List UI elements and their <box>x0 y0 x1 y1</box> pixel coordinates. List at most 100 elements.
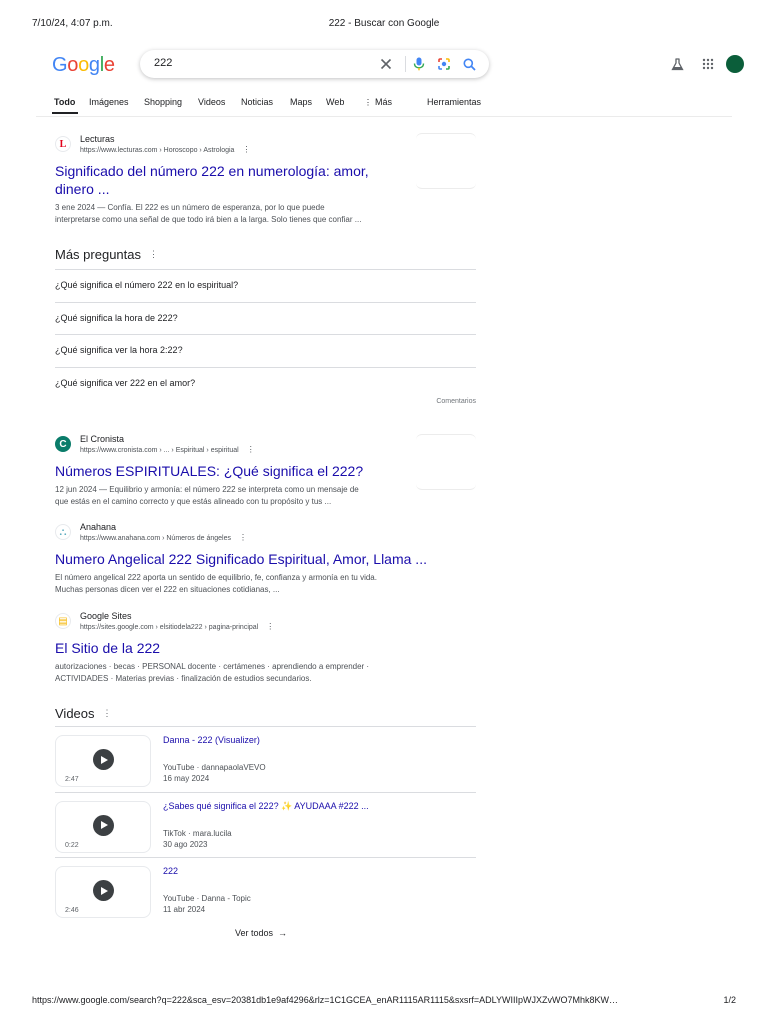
google-logo[interactable]: Google <box>52 54 115 77</box>
google-lens-icon[interactable] <box>435 55 453 73</box>
video-date: 16 may 2024 <box>163 774 210 783</box>
logo-letter: o <box>78 54 89 76</box>
see-all-label: Ver todos <box>235 928 274 938</box>
tab-noticias[interactable]: Noticias <box>241 97 273 107</box>
search-result: ⛬ Anahana https://www.anahana.com › Núme… <box>55 522 475 596</box>
snippet-line: interpretarse como una señal de que todo… <box>55 215 362 224</box>
paa-heading: Más preguntas ⋮ <box>55 247 158 262</box>
tab-shopping[interactable]: Shopping <box>144 97 182 107</box>
microphone-icon[interactable] <box>410 55 428 73</box>
paa-question[interactable]: ¿Qué significa ver la hora 2:22? <box>55 334 476 367</box>
video-thumbnail[interactable]: 0:22 <box>55 800 151 853</box>
search-divider <box>405 56 406 72</box>
result-url-text: https://www.lecturas.com › Horoscopo › A… <box>80 147 235 154</box>
result-site-name: Lecturas <box>80 134 115 144</box>
result-title-link[interactable]: Números ESPIRITUALES: ¿Qué significa el … <box>55 462 475 480</box>
result-source[interactable]: C El Cronista https://www.cronista.com ›… <box>55 434 475 458</box>
tab-maps[interactable]: Maps <box>290 97 312 107</box>
anahana-favicon: ⛬ <box>55 524 71 540</box>
tabs-divider <box>36 116 732 117</box>
more-vert-icon[interactable]: ⋮ <box>247 445 255 454</box>
result-site-name: El Cronista <box>80 434 125 444</box>
video-source: YouTube · Danna - Topic <box>163 894 251 903</box>
active-tab-indicator <box>52 112 78 114</box>
more-vert-icon[interactable]: ⋮ <box>266 622 274 631</box>
result-snippet: autorizaciones · becas · PERSONAL docent… <box>55 661 475 685</box>
tab-herramientas[interactable]: Herramientas <box>427 97 481 107</box>
video-title-link[interactable]: ¿Sabes qué significa el 222? ✨ AYUDAAA #… <box>163 801 369 812</box>
close-icon[interactable] <box>377 55 395 73</box>
result-title-line: El Sitio de la 222 <box>55 640 161 656</box>
snippet-line: Muchas personas dicen ver el 222 en situ… <box>55 585 280 594</box>
feedback-link[interactable]: Comentarios <box>55 398 476 405</box>
result-source[interactable]: ▤ Google Sites https://sites.google.com … <box>55 611 475 635</box>
videos-title: Videos <box>55 706 95 721</box>
see-all-videos-link[interactable]: Ver todos → <box>235 928 287 938</box>
paa-list: ¿Qué significa el número 222 en lo espir… <box>55 269 476 405</box>
tab-todo[interactable]: Todo <box>54 97 75 107</box>
search-icon[interactable] <box>460 55 478 73</box>
play-icon <box>93 814 114 836</box>
result-title-link[interactable]: El Sitio de la 222 <box>55 639 475 657</box>
flask-icon[interactable] <box>669 56 685 72</box>
video-thumbnail[interactable]: 2:47 <box>55 735 151 787</box>
paa-question[interactable]: ¿Qué significa ver 222 en el amor? <box>55 366 476 400</box>
tab-videos[interactable]: Videos <box>198 97 225 107</box>
snippet-line: 3 ene 2024 — Confía. El 222 es un número… <box>55 203 325 212</box>
tab-mas-label: Más <box>375 97 393 107</box>
videos-list: 2:47 Danna - 222 (Visualizer) YouTube · … <box>55 726 476 923</box>
result-site-name: Google Sites <box>80 611 132 621</box>
account-avatar[interactable] <box>726 55 744 73</box>
result-title-line: Numero Angelical 222 Significado Espirit… <box>55 551 427 567</box>
result-title-line: Números ESPIRITUALES: ¿Qué significa el … <box>55 463 364 479</box>
result-site-name: Anahana <box>80 522 117 532</box>
more-vert-icon[interactable]: ⋮ <box>149 249 158 259</box>
result-source[interactable]: L Lecturas https://www.lecturas.com › Ho… <box>55 134 475 158</box>
logo-letter: o <box>67 54 79 76</box>
result-url-text: https://www.anahana.com › Números de áng… <box>80 535 231 542</box>
video-duration: 2:46 <box>65 907 79 914</box>
print-footer-url: https://www.google.com/search?q=222&sca_… <box>32 995 618 1005</box>
result-url: https://sites.google.com › elsitiodela22… <box>80 622 274 631</box>
tab-imagenes[interactable]: Imágenes <box>89 97 129 107</box>
video-item[interactable]: 0:22 ¿Sabes qué significa el 222? ✨ AYUD… <box>55 791 476 858</box>
result-thumbnail[interactable] <box>416 133 476 189</box>
result-url: https://www.lecturas.com › Horoscopo › A… <box>80 145 250 154</box>
result-url: https://www.anahana.com › Números de áng… <box>80 533 247 542</box>
search-box[interactable]: 222 <box>140 50 489 78</box>
result-source[interactable]: ⛬ Anahana https://www.anahana.com › Núme… <box>55 522 475 546</box>
video-item[interactable]: 2:46 222 YouTube · Danna - Topic 11 abr … <box>55 857 476 923</box>
paa-question[interactable]: ¿Qué significa el número 222 en lo espir… <box>55 269 476 302</box>
video-duration: 0:22 <box>65 841 79 849</box>
videos-heading: Videos ⋮ <box>55 706 112 721</box>
more-vert-icon[interactable]: ⋮ <box>242 145 250 154</box>
result-title-link[interactable]: Numero Angelical 222 Significado Espirit… <box>55 550 475 568</box>
more-vert-icon: ⋮ <box>364 98 372 107</box>
video-duration: 2:47 <box>65 776 79 783</box>
video-thumbnail[interactable]: 2:46 <box>55 866 151 918</box>
apps-grid-icon[interactable] <box>700 56 716 72</box>
more-vert-icon[interactable]: ⋮ <box>239 533 247 542</box>
video-source: YouTube · dannapaolaVEVO <box>163 763 266 772</box>
snippet-line: que estás en el camino correcto y que es… <box>55 497 332 506</box>
print-page-title: 222 - Buscar con Google <box>328 18 440 29</box>
more-vert-icon[interactable]: ⋮ <box>103 708 112 718</box>
result-thumbnail[interactable] <box>416 434 476 490</box>
result-url: https://www.cronista.com › ... › Espirit… <box>80 445 255 454</box>
play-icon <box>93 880 114 901</box>
video-source: TikTok · mara.lucila <box>163 828 232 838</box>
logo-letter: G <box>52 54 68 76</box>
search-input[interactable]: 222 <box>154 57 172 69</box>
result-url-text: https://sites.google.com › elsitiodela22… <box>80 624 259 631</box>
result-title-link[interactable]: Significado del número 222 en numerologí… <box>55 162 475 198</box>
tab-mas[interactable]: ⋮ Más <box>364 97 392 107</box>
video-item[interactable]: 2:47 Danna - 222 (Visualizer) YouTube · … <box>55 726 476 792</box>
video-title-link[interactable]: 222 <box>163 866 178 876</box>
arrow-right-icon: → <box>278 928 288 938</box>
snippet-line: ACTIVIDADES · Materias previas · finaliz… <box>55 674 312 683</box>
tab-web[interactable]: Web <box>326 97 344 107</box>
search-result: ▤ Google Sites https://sites.google.com … <box>55 611 475 685</box>
video-title-link[interactable]: Danna - 222 (Visualizer) <box>163 735 260 745</box>
paa-question[interactable]: ¿Qué significa la hora de 222? <box>55 301 476 335</box>
print-header: 7/10/24, 4:07 p.m. 222 - Buscar con Goog… <box>32 18 736 30</box>
